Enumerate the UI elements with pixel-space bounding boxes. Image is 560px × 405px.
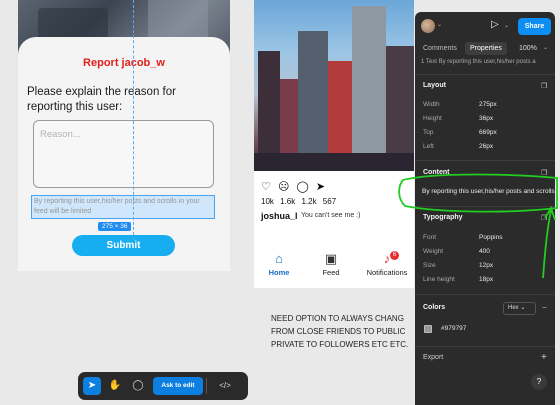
post-counts: 10k 1.6k 1.2k 567 [261,197,337,206]
color-swatch[interactable] [424,325,432,333]
play-icon[interactable]: ▷ [491,19,499,30]
prop-value: Poppins [479,234,503,241]
post-caption: You can't see me :) [301,212,361,219]
content-heading: Content [423,169,450,176]
tab-properties[interactable]: Properties [465,42,507,55]
prop-label: Height [423,115,442,122]
nav-home-label: Home [268,268,290,277]
color-format-select[interactable]: Hex ⌄ [503,302,536,315]
minus-icon[interactable]: − [542,303,547,312]
avatar[interactable] [421,19,435,33]
content-value[interactable]: By reporting this user,his/her posts and… [422,185,555,199]
post-username[interactable]: joshua_l [261,211,298,221]
like-icon[interactable]: ♡ [261,181,271,193]
feed-post-frame: ♡ ☹ ◯ ➤ 10k 1.6k 1.2k 567 joshua_l You c… [254,0,414,288]
copy-icon[interactable]: ❐ [541,214,547,222]
nav-notifications-label: Notifications [366,268,408,277]
submit-button[interactable]: Submit [72,235,175,256]
home-icon: ⌂ [275,251,283,266]
prop-value: 36px [479,115,494,122]
prop-label: Top [423,129,434,136]
prop-value: 669px [479,129,497,136]
export-heading: Export [423,354,444,361]
panel-header: ⌄ ▷ ⌄ Share [415,12,555,42]
post-image [254,0,414,171]
move-tool-icon[interactable]: ➤ [83,377,101,395]
chevron-down-icon[interactable]: ⌄ [543,42,548,55]
share-button[interactable]: Share [518,18,551,35]
comment-tool-icon[interactable]: ◯ [129,377,147,395]
comment-note-line: NEED OPTION TO ALWAYS CHANG [271,314,404,323]
copy-icon[interactable]: ❐ [541,169,547,177]
toolbar-divider [206,378,207,394]
comment-note-line: PRIVATE TO FOLLOWERS ETC ETC. [271,340,409,349]
prop-value: 275px [479,101,497,108]
nav-feed-label: Feed [322,268,340,277]
code-icon[interactable]: </> [212,377,238,395]
layout-heading: Layout [423,82,446,89]
zoom-level[interactable]: 100% [519,42,537,55]
prop-label: Line height [423,276,455,283]
send-icon[interactable]: ➤ [316,181,325,193]
prop-label: Size [423,262,436,269]
bottom-toolbar: ➤ ✋ ◯ Ask to edit </> [78,372,248,400]
bell-icon: ♪ [383,251,391,266]
plus-icon[interactable]: + [541,352,547,363]
prop-value: 18px [479,276,494,283]
chevron-down-icon[interactable]: ⌄ [437,21,442,28]
nav-feed[interactable]: ▣ Feed [306,250,356,277]
selected-disclaimer-text[interactable]: By reporting this user,his/her posts and… [31,195,215,219]
color-swatch-value[interactable]: #979797 [441,325,466,332]
prop-label: Font [423,234,437,241]
measure-guide-line [133,0,134,240]
colors-heading: Colors [423,304,446,311]
comment-note-line: FROM CLOSE FRIENDS TO PUBLIC [271,327,406,336]
tab-comments[interactable]: Comments [423,42,457,55]
color-format-value: Hex [508,305,519,311]
modal-title: Report jacob_w [83,57,165,69]
prop-value: 26px [479,143,494,150]
panel-tabs: Comments Properties 100% ⌄ [415,42,555,56]
notification-badge: 6 [390,251,399,260]
nav-notifications[interactable]: ♪ Notifications [362,250,412,277]
broken-heart-icon[interactable]: ☹ [278,181,289,193]
prop-label: Width [423,101,440,108]
post-action-bar: ♡ ☹ ◯ ➤ [261,180,329,193]
nav-home[interactable]: ⌂ Home [254,250,304,277]
selected-layer-row[interactable]: 1 Text By reporting this user,his/her po… [421,59,536,65]
prop-value: 12px [479,262,494,269]
comment-note: NEED OPTION TO ALWAYS CHANG FROM CLOSE F… [271,312,421,351]
reason-textarea[interactable]: Reason... [33,120,214,188]
report-modal-frame: Report jacob_w Please explain the reason… [18,0,230,271]
hand-tool-icon[interactable]: ✋ [106,377,124,395]
copy-icon[interactable]: ❐ [541,82,547,90]
prop-value: 400 [479,248,490,255]
inspect-panel: ⌄ ▷ ⌄ Share Comments Properties 100% ⌄ 1… [415,12,555,405]
feed-icon: ▣ [324,251,338,266]
report-prompt: Please explain the reason for reporting … [27,86,176,113]
typography-heading: Typography [423,214,463,221]
reason-placeholder: Reason... [40,129,81,140]
selection-size-badge: 275 × 36 [98,222,132,231]
chevron-down-icon[interactable]: ⌄ [504,22,509,29]
comment-icon[interactable]: ◯ [296,181,308,193]
prop-label: Left [423,143,434,150]
help-button[interactable]: ? [531,374,547,390]
ask-to-edit-button[interactable]: Ask to edit [153,377,203,395]
prop-label: Weight [423,248,444,255]
